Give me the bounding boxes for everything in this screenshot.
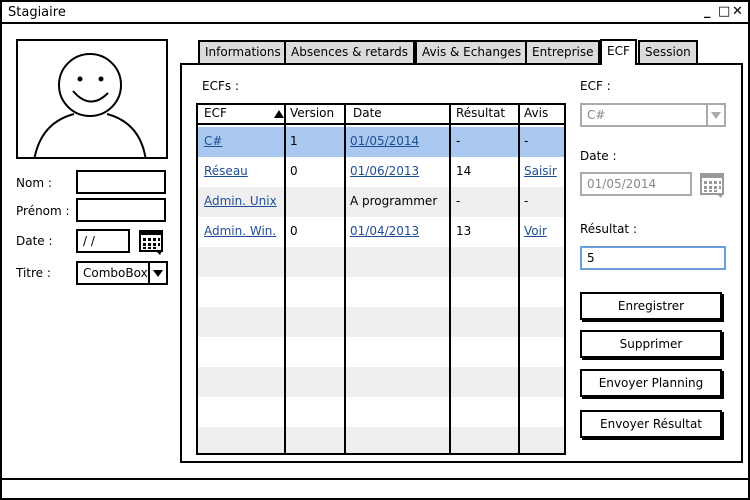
table-header: ECF Version Date Résultat Avis [198, 105, 564, 125]
minimize-icon[interactable]: _ [704, 4, 711, 19]
ecf-name-link[interactable]: Admin. Unix [204, 194, 277, 208]
calendar-icon[interactable] [700, 172, 726, 198]
resultat-cell: 13 [456, 224, 472, 238]
table-row[interactable]: Admin. Win. 0 01/04/2013 13 Voir [198, 217, 564, 247]
tab-informations[interactable]: Informations [198, 40, 288, 64]
avis-saisir-link[interactable]: Saisir [524, 164, 557, 178]
column-divider [284, 105, 286, 453]
ecf-name-link[interactable]: Admin. Win. [204, 224, 276, 238]
window-title: Stagiaire [8, 5, 66, 20]
stagiaire-window: Stagiaire _ □ ✕ Nom : Prénom : Date : / … [0, 0, 750, 500]
resultat-field[interactable]: 5 [580, 246, 726, 270]
calendar-icon[interactable] [139, 229, 165, 255]
column-divider [518, 105, 520, 453]
sort-ascending-icon[interactable] [274, 110, 284, 118]
nom-field[interactable] [76, 170, 166, 194]
ecf-date-label: Date : [580, 149, 617, 163]
resultat-cell: - [456, 194, 461, 208]
table-row [198, 307, 564, 337]
date-field[interactable]: / / [76, 229, 130, 253]
resultat-cell: - [456, 134, 461, 148]
resultat-label: Résultat : [580, 222, 637, 236]
send-result-button[interactable]: Envoyer Résultat [580, 410, 722, 438]
avis-cell: - [524, 194, 529, 208]
smiley-avatar-icon [33, 53, 147, 157]
table-row [198, 427, 564, 453]
chevron-down-icon[interactable] [706, 105, 724, 125]
ecfs-list-label: ECFs : [202, 79, 239, 93]
ecf-combobox-value: C# [587, 108, 606, 122]
status-bar [2, 478, 748, 498]
close-icon[interactable]: ✕ [732, 4, 743, 19]
column-header-avis[interactable]: Avis [524, 106, 548, 120]
column-divider [449, 105, 451, 453]
column-header-version[interactable]: Version [290, 106, 334, 120]
ecf-name-link[interactable]: Réseau [204, 164, 248, 178]
date-label: Date : [16, 234, 53, 248]
titre-combobox[interactable]: ComboBox [76, 261, 168, 285]
column-divider [344, 105, 346, 453]
table-row [198, 247, 564, 277]
tab-absences-retards[interactable]: Absences & retards [284, 40, 415, 64]
table-row[interactable]: C# 1 01/05/2014 - - [198, 127, 564, 157]
column-header-ecf[interactable]: ECF [204, 106, 227, 120]
delete-button[interactable]: Supprimer [580, 330, 722, 358]
date-link[interactable]: 01/06/2013 [350, 164, 419, 178]
ecf-name-link[interactable]: C# [204, 134, 222, 148]
avis-voir-link[interactable]: Voir [524, 224, 547, 238]
resultat-cell: 14 [456, 164, 472, 178]
date-cell: A programmer [350, 194, 438, 208]
table-row[interactable]: Réseau 0 01/06/2013 14 Saisir [198, 157, 564, 187]
date-link[interactable]: 01/05/2014 [350, 134, 419, 148]
table-row[interactable]: Admin. Unix A programmer - - [198, 187, 564, 217]
maximize-icon[interactable]: □ [718, 4, 730, 19]
title-bar: Stagiaire _ □ ✕ [2, 2, 748, 24]
column-header-resultat[interactable]: Résultat [456, 106, 505, 120]
version-cell: 0 [290, 164, 298, 178]
tab-ecf[interactable]: ECF [600, 39, 637, 65]
table-row [198, 337, 564, 367]
version-cell: 0 [290, 224, 298, 238]
tab-avis-echanges[interactable]: Avis & Echanges [415, 40, 529, 64]
ecf-label: ECF : [580, 79, 611, 93]
version-cell: 1 [290, 134, 298, 148]
table-row [198, 397, 564, 427]
titre-label: Titre : [16, 266, 51, 280]
send-planning-button[interactable]: Envoyer Planning [580, 369, 722, 397]
table-row [198, 277, 564, 307]
ecf-tab-panel: ECFs : C# 1 01/05/2014 - - Réseau 0 01/0… [180, 63, 743, 463]
ecf-combobox[interactable]: C# [580, 103, 726, 127]
avatar [16, 39, 168, 159]
titre-combobox-value: ComboBox [83, 266, 148, 280]
avis-cell: - [524, 134, 529, 148]
save-button[interactable]: Enregistrer [580, 292, 722, 320]
chevron-down-icon[interactable] [148, 263, 166, 283]
ecf-date-field[interactable]: 01/05/2014 [580, 172, 692, 196]
date-link[interactable]: 01/04/2013 [350, 224, 419, 238]
tab-entreprise[interactable]: Entreprise [525, 40, 601, 64]
prenom-field[interactable] [76, 198, 166, 222]
tab-session[interactable]: Session [638, 40, 698, 64]
table-row [198, 367, 564, 397]
column-header-date[interactable]: Date [353, 106, 382, 120]
ecf-table: C# 1 01/05/2014 - - Réseau 0 01/06/2013 … [196, 103, 566, 455]
nom-label: Nom : [16, 176, 52, 190]
prenom-label: Prénom : [16, 204, 70, 218]
